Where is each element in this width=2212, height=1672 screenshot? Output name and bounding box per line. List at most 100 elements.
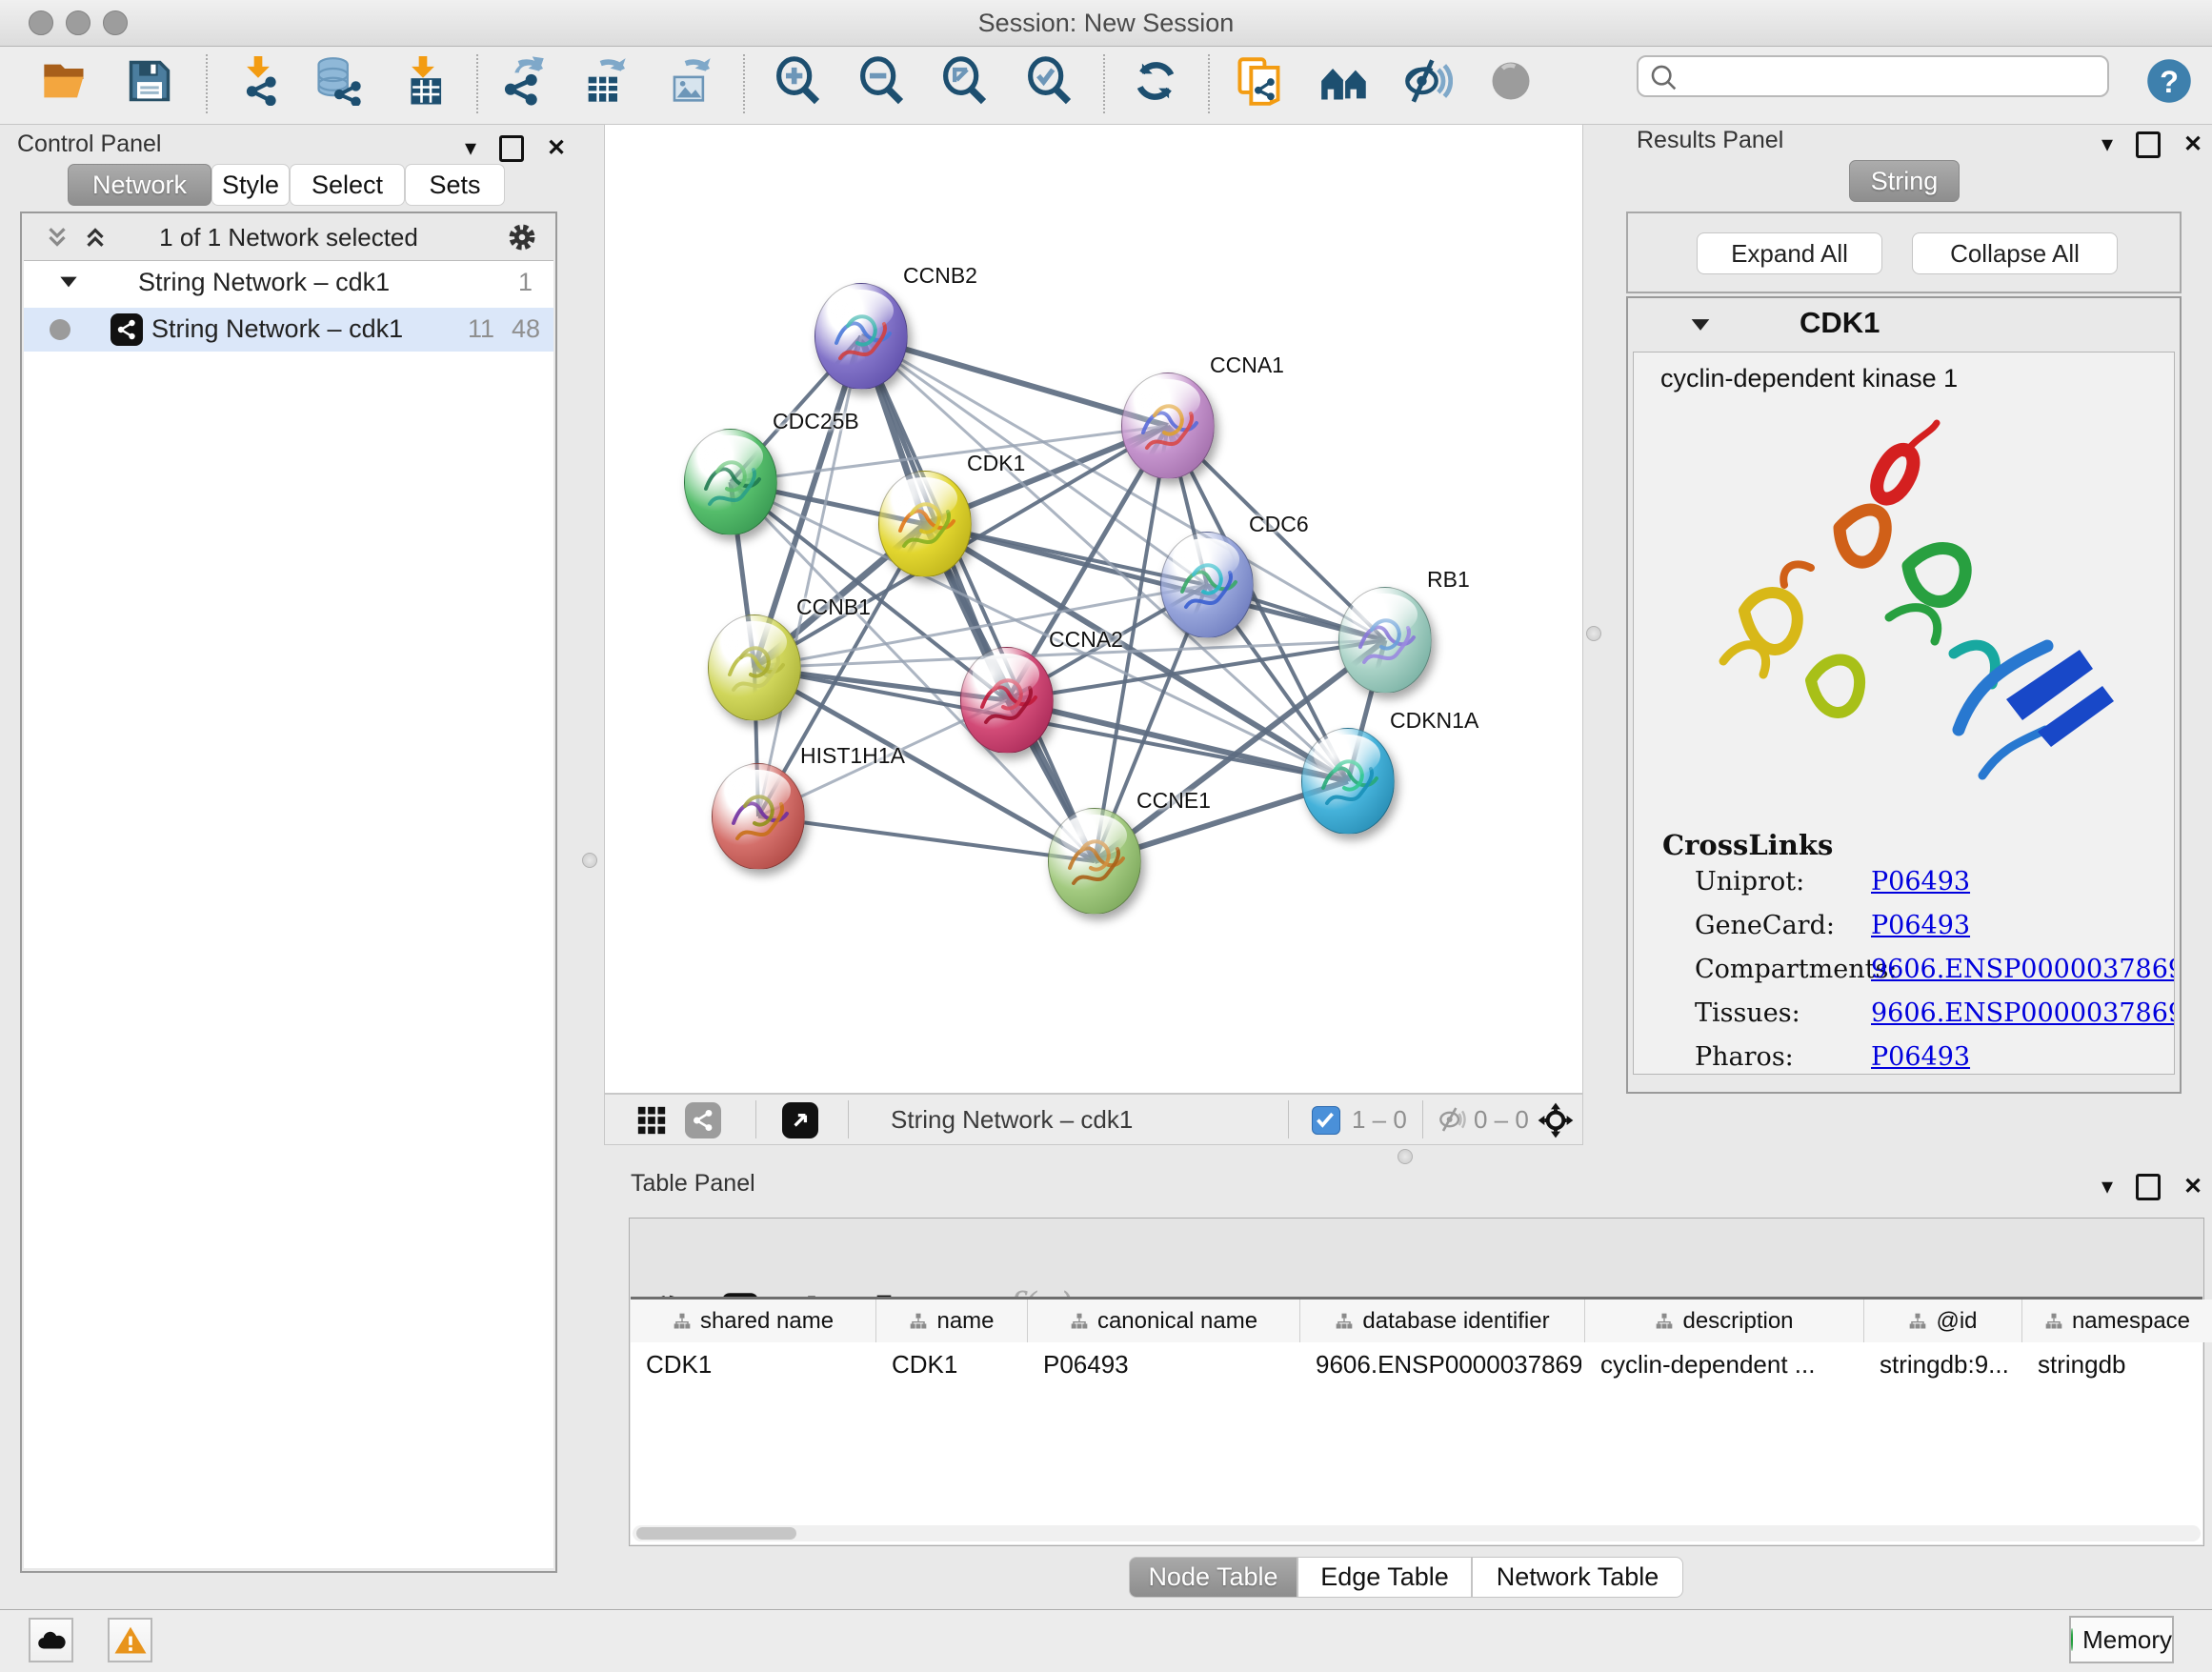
open-session-icon[interactable] <box>40 56 90 106</box>
column-header-canonical-name[interactable]: canonical name <box>1028 1299 1300 1342</box>
zoom-fit-icon[interactable] <box>940 56 990 106</box>
crosslink-link[interactable]: P06493 <box>1871 867 1970 896</box>
node-CCNA1[interactable] <box>1121 373 1215 479</box>
search-input[interactable] <box>1688 59 2101 95</box>
network-share-tile-icon[interactable] <box>685 1102 721 1138</box>
fit-crosshair-icon[interactable] <box>1537 1101 1575 1144</box>
string-homes-icon[interactable] <box>1319 56 1369 106</box>
table-hscrollbar[interactable] <box>633 1525 2201 1541</box>
zoom-selected-icon[interactable] <box>1025 56 1075 106</box>
close-panel-icon[interactable]: ✕ <box>547 137 566 160</box>
zoom-out-icon[interactable] <box>857 56 907 106</box>
tab-node-table[interactable]: Node Table <box>1129 1557 1297 1598</box>
import-network-file-icon[interactable] <box>233 56 283 106</box>
expand-all-button[interactable]: Expand All <box>1697 232 1882 274</box>
crosslink-link[interactable]: 9606.ENSP00000378699 <box>1871 998 2175 1028</box>
table-cell[interactable]: stringdb <box>2038 1350 2209 1380</box>
status-bar: Memory <box>0 1609 2212 1672</box>
column-header--id[interactable]: @id <box>1864 1299 2022 1342</box>
tab-string[interactable]: String <box>1849 160 1960 202</box>
hidden-eye-icon[interactable] <box>1436 1104 1466 1139</box>
close-panel-icon[interactable]: ✕ <box>2183 133 2202 156</box>
collapse-panel-icon[interactable]: ▾ <box>2101 1176 2113 1199</box>
network-from-document-icon[interactable] <box>1235 56 1284 106</box>
protein-name: CDK1 <box>1800 306 1880 340</box>
node-CCNA2[interactable] <box>960 647 1054 754</box>
entry-expander-icon[interactable] <box>1687 312 1714 343</box>
node-CCNB2[interactable] <box>814 283 908 390</box>
grid-view-icon[interactable] <box>635 1104 668 1141</box>
warnings-button[interactable] <box>108 1618 152 1662</box>
crosslink-link[interactable]: P06493 <box>1871 911 1970 940</box>
table-cell[interactable]: CDK1 <box>892 1350 1024 1380</box>
float-panel-icon[interactable] <box>2136 131 2161 158</box>
network-canvas[interactable]: CCNB2CCNA1CDC25BCDK1CDC6RB1CCNB1CCNA2CDK… <box>604 124 1583 1094</box>
refresh-icon[interactable] <box>1131 56 1180 106</box>
float-panel-icon[interactable] <box>2136 1174 2161 1200</box>
tree-expander-icon[interactable] <box>56 270 81 301</box>
close-panel-icon[interactable]: ✕ <box>2183 1176 2202 1199</box>
edge-HIST1H1A-CCNE1[interactable] <box>758 816 1095 861</box>
column-header-namespace[interactable]: namespace <box>2022 1299 2212 1342</box>
tab-network-table[interactable]: Network Table <box>1472 1557 1683 1598</box>
tab-sets[interactable]: Sets <box>405 164 505 206</box>
crosslink-label: GeneCard: <box>1695 911 1835 940</box>
import-network-database-icon[interactable] <box>312 56 362 106</box>
gear-icon[interactable] <box>506 221 538 258</box>
tab-network[interactable]: Network <box>68 164 211 206</box>
table-panel: Table Panel ▾ ✕ f(x) shared namenamecano… <box>621 1157 2212 1609</box>
node-CCNB1[interactable] <box>708 614 801 721</box>
collapse-all-button[interactable]: Collapse All <box>1912 232 2118 274</box>
collapse-panel-icon[interactable]: ▾ <box>465 137 476 160</box>
table-cell[interactable]: CDK1 <box>646 1350 873 1380</box>
network-row-selected[interactable]: String Network – cdk1 11 48 <box>24 308 553 352</box>
node-CDKN1A[interactable] <box>1301 728 1395 835</box>
collapse-panel-icon[interactable]: ▾ <box>2101 133 2113 156</box>
help-icon[interactable]: ? <box>2144 56 2194 106</box>
cloud-button[interactable] <box>29 1618 73 1662</box>
node-table: shared namenamecanonical namedatabase id… <box>631 1297 2202 1544</box>
node-CCNE1[interactable] <box>1048 808 1141 915</box>
crosslink-link[interactable]: P06493 <box>1871 1042 1970 1072</box>
tab-select[interactable]: Select <box>290 164 405 206</box>
hidden-count: 0 – 0 <box>1474 1105 1529 1135</box>
column-header-name[interactable]: name <box>876 1299 1028 1342</box>
tab-style[interactable]: Style <box>211 164 290 206</box>
crosslinks-title: CrossLinks <box>1662 829 1833 861</box>
export-network-icon[interactable] <box>498 56 548 106</box>
node-label-HIST1H1A: HIST1H1A <box>800 743 905 769</box>
tab-edge-table[interactable]: Edge Table <box>1297 1557 1472 1598</box>
crosslink-link[interactable]: 9606.ENSP00000378699 <box>1871 955 2175 984</box>
export-table-icon[interactable] <box>580 56 630 106</box>
node-CDC6[interactable] <box>1160 532 1254 638</box>
node-CDK1[interactable] <box>878 471 972 577</box>
cloud-icon <box>35 1624 68 1657</box>
node-RB1[interactable] <box>1338 587 1432 694</box>
float-panel-icon[interactable] <box>499 135 524 162</box>
table-cell[interactable]: P06493 <box>1043 1350 1297 1380</box>
import-table-file-icon[interactable] <box>398 56 448 106</box>
crosslink-label: Uniprot: <box>1695 867 1804 896</box>
column-header-database-identifier[interactable]: database identifier <box>1300 1299 1585 1342</box>
left-splitter-handle[interactable] <box>582 853 597 868</box>
show-graphics-details-icon[interactable] <box>1486 56 1536 106</box>
table-cell[interactable]: cyclin-dependent ... <box>1600 1350 1860 1380</box>
table-cell[interactable]: 9606.ENSP00000378699 <box>1316 1350 1581 1380</box>
export-image-icon[interactable] <box>665 56 714 106</box>
search-icon <box>1648 62 1680 99</box>
column-header-shared-name[interactable]: shared name <box>631 1299 876 1342</box>
zoom-in-icon[interactable] <box>774 56 823 106</box>
table-cell[interactable]: stringdb:9... <box>1880 1350 2019 1380</box>
network-collection-row[interactable]: String Network – cdk1 1 <box>24 261 553 305</box>
memory-button[interactable]: Memory <box>2069 1616 2174 1663</box>
right-splitter-handle[interactable] <box>1586 626 1601 641</box>
hide-graphics-details-icon[interactable] <box>1403 56 1453 106</box>
node-HIST1H1A[interactable] <box>712 763 805 870</box>
save-session-icon[interactable] <box>125 56 174 106</box>
memory-status-dot <box>2071 1628 2073 1651</box>
selected-nodes-checkbox[interactable] <box>1312 1106 1340 1135</box>
node-CDC25B[interactable] <box>684 429 777 535</box>
birds-eye-view-icon[interactable] <box>782 1102 818 1138</box>
edge-CCNB2-CCNE1[interactable] <box>861 336 1095 861</box>
column-header-description[interactable]: description <box>1585 1299 1864 1342</box>
